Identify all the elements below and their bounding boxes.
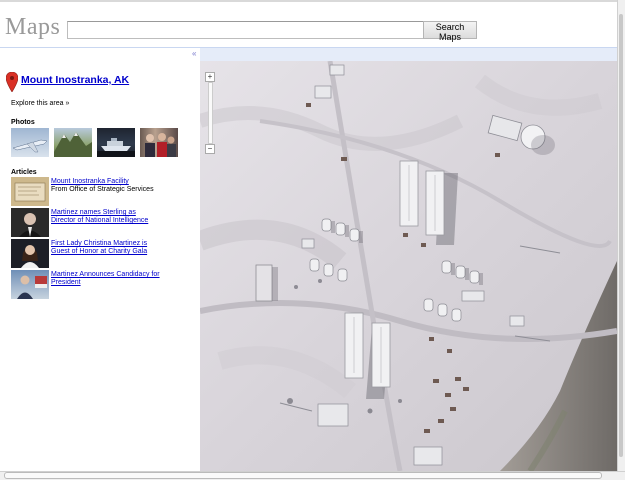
photo-thumbnail-mountains[interactable]: [54, 128, 92, 157]
article-link-first-lady[interactable]: First Lady Christina Martinez is Guest o…: [51, 240, 161, 256]
maps-logo[interactable]: Maps: [5, 14, 60, 41]
search-input[interactable]: [67, 21, 425, 39]
map-top-bar: [200, 48, 617, 61]
satellite-map[interactable]: [200, 61, 617, 471]
shed-left: [255, 264, 278, 302]
article-thumbnail-candidacy[interactable]: [11, 270, 49, 299]
map-pin-icon[interactable]: [6, 72, 18, 92]
explore-area-link[interactable]: Explore this area »: [11, 100, 69, 107]
double-chevron-left-icon[interactable]: «: [192, 49, 196, 59]
photo-thumbnail-crowd[interactable]: [140, 128, 178, 157]
search-maps-button[interactable]: Search Maps: [423, 21, 477, 42]
article-link-candidacy[interactable]: Martinez Announces Candidacy for Preside…: [51, 271, 161, 287]
photo-thumbnail-ship[interactable]: [97, 128, 135, 157]
place-title-link[interactable]: Mount Inostranka, AK: [21, 74, 129, 86]
photo-thumbnail-airplane[interactable]: [11, 128, 49, 157]
article-source: From Office of Strategic Services: [51, 186, 154, 193]
satellite-imagery[interactable]: [200, 61, 617, 471]
vertical-scrollbar-thumb[interactable]: [619, 14, 623, 457]
article-link-facility[interactable]: Mount Inostranka Facility: [51, 178, 161, 186]
article-thumbnail-facility[interactable]: [11, 177, 49, 206]
article-link-sterling[interactable]: Martinez names Sterling as Director of N…: [51, 209, 161, 225]
photos-heading: Photos: [11, 119, 35, 126]
article-thumbnail-sterling[interactable]: [11, 208, 49, 237]
window-top-border: [0, 0, 625, 2]
article-thumbnail-first-lady[interactable]: [11, 239, 49, 268]
articles-heading: Articles: [11, 169, 37, 176]
zoom-slider-track[interactable]: [208, 82, 213, 144]
horizontal-scrollbar-thumb[interactable]: [4, 472, 602, 479]
zoom-in-button[interactable]: +: [205, 72, 215, 82]
zoom-out-button[interactable]: −: [205, 144, 215, 154]
